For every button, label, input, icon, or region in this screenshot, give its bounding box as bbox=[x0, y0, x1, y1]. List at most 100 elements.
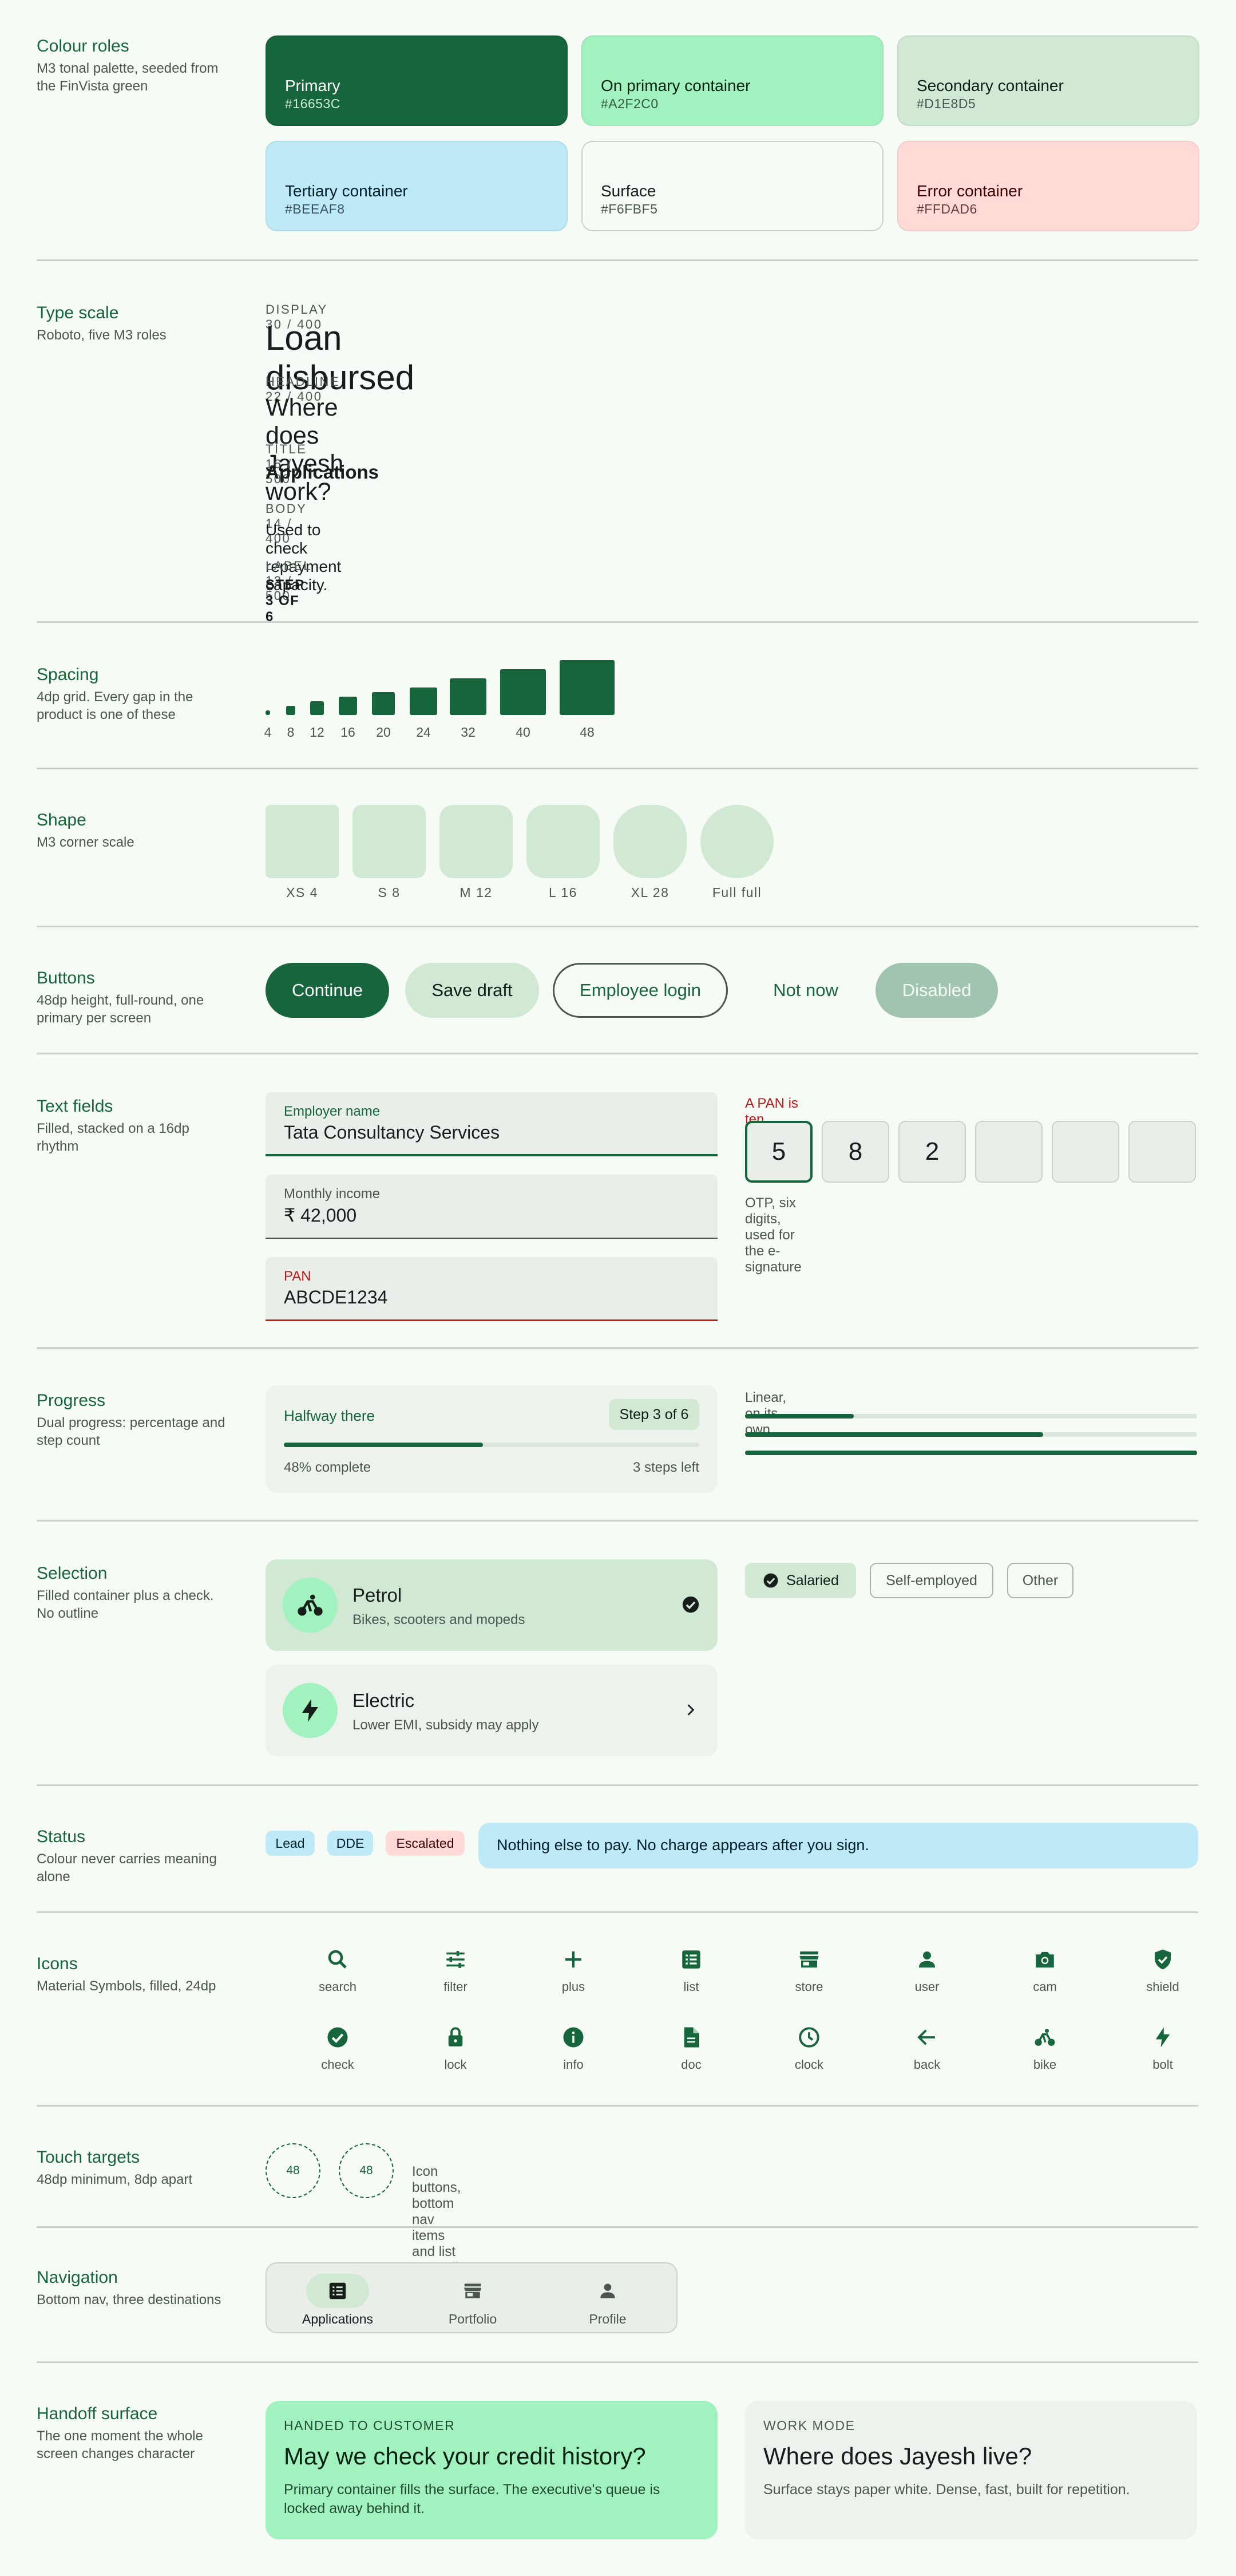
employee-login-button[interactable]: Employee login bbox=[553, 963, 728, 1018]
document-icon bbox=[684, 2027, 699, 2048]
bolt-icon bbox=[1155, 2027, 1170, 2048]
spacing-square-48 bbox=[560, 660, 615, 715]
section-label: Progress Dual progress: percentage and s… bbox=[37, 1390, 231, 1449]
spacing-label: 24 bbox=[416, 725, 431, 740]
icon-cell-shield: shield bbox=[1123, 1947, 1203, 1994]
shape-s bbox=[352, 805, 426, 878]
bike-icon bbox=[283, 1578, 338, 1633]
swatch-hex: #F6FBF5 bbox=[601, 202, 658, 216]
icon-cell-back: back bbox=[887, 2025, 967, 2072]
spacing-square-40 bbox=[500, 669, 546, 715]
continue-button[interactable]: Continue bbox=[266, 963, 389, 1018]
section-title: Navigation bbox=[37, 2268, 118, 2287]
icon-label: back bbox=[913, 2057, 941, 2072]
otp-digit-6[interactable] bbox=[1128, 1121, 1196, 1183]
info-icon bbox=[563, 2027, 584, 2048]
section-label: Icons Material Symbols, filled, 24dp bbox=[37, 1953, 231, 1995]
spacing-square-16 bbox=[339, 697, 357, 715]
icon-label: bolt bbox=[1152, 2057, 1173, 2072]
icon-cell-store: store bbox=[769, 1947, 849, 1994]
employer-name-field[interactable]: Employer name Tata Consultancy Services bbox=[266, 1092, 718, 1156]
plus-icon bbox=[565, 1951, 581, 1967]
bolt-icon bbox=[283, 1683, 338, 1738]
not-now-button[interactable]: Not now bbox=[743, 963, 869, 1018]
otp-digit-2[interactable]: 8 bbox=[822, 1121, 889, 1183]
section-description: 48dp minimum, 8dp apart bbox=[37, 2172, 193, 2187]
chip-self-employed[interactable]: Self-employed bbox=[870, 1563, 993, 1598]
section-description: Material Symbols, filled, 24dp bbox=[37, 1978, 216, 1994]
steps-left-text: 3 steps left bbox=[632, 1460, 699, 1475]
nav-item-portfolio[interactable]: Portfolio bbox=[415, 2274, 530, 2327]
section-label: Navigation Bottom nav, three destination… bbox=[37, 2267, 231, 2309]
field-label: Employer name bbox=[284, 1104, 381, 1119]
selection-card-title: Electric bbox=[352, 1690, 415, 1711]
back-arrow-icon bbox=[917, 2029, 935, 2045]
icon-label: clock bbox=[794, 2057, 824, 2072]
check-circle-icon bbox=[681, 1595, 700, 1617]
selection-card-electric[interactable]: Electric Lower EMI, subsidy may apply bbox=[266, 1665, 718, 1756]
section-label: Buttons 48dp height, full-round, one pri… bbox=[37, 967, 231, 1027]
shape-xl bbox=[613, 805, 687, 878]
monthly-income-field[interactable]: Monthly income ₹ 42,000 bbox=[266, 1175, 718, 1239]
pan-field[interactable]: PAN ABCDE1234 bbox=[266, 1257, 718, 1321]
spacing-label: 32 bbox=[461, 725, 476, 740]
linear-progress-3 bbox=[745, 1451, 1197, 1455]
touch-target-circle: 48 bbox=[266, 2143, 320, 2198]
field-label: Monthly income bbox=[284, 1186, 381, 1202]
shape-m bbox=[439, 805, 513, 878]
section-title: Progress bbox=[37, 1391, 106, 1410]
progress-section: Progress Dual progress: percentage and s… bbox=[37, 1385, 1198, 1522]
handoff-section: Handoff surface The one moment the whole… bbox=[37, 2401, 1198, 2552]
field-value: ₹ 42,000 bbox=[284, 1205, 357, 1226]
section-description: The one moment the whole screen changes … bbox=[37, 2428, 203, 2462]
swatch-name: Primary bbox=[285, 77, 340, 94]
selection-card-petrol[interactable]: Petrol Bikes, scooters and mopeds bbox=[266, 1559, 718, 1651]
otp-digit-1[interactable]: 5 bbox=[745, 1121, 813, 1183]
section-description: Bottom nav, three destinations bbox=[37, 2292, 221, 2308]
check-circle-icon bbox=[763, 1573, 778, 1588]
section-label: Shape M3 corner scale bbox=[37, 809, 231, 851]
swatch-name: Secondary container bbox=[917, 77, 1064, 94]
text-fields-section: Text fields Filled, stacked on a 16dp rh… bbox=[37, 1092, 1198, 1349]
nav-item-profile[interactable]: Profile bbox=[550, 2274, 665, 2327]
section-label: Touch targets 48dp minimum, 8dp apart bbox=[37, 2147, 231, 2188]
lock-icon bbox=[448, 2027, 463, 2046]
type-label-sample: STEP 3 OF 6 bbox=[266, 577, 305, 625]
swatch-primary: Primary #16653C bbox=[266, 35, 568, 126]
status-badge-escalated: Escalated bbox=[386, 1831, 465, 1856]
spacing-square-8 bbox=[286, 706, 295, 715]
section-title: Buttons bbox=[37, 969, 95, 987]
icon-label: search bbox=[318, 1980, 357, 1994]
section-description: M3 tonal palette, seeded from the FinVis… bbox=[37, 61, 219, 94]
customer-body: Primary container fills the surface. The… bbox=[284, 2482, 660, 2516]
section-title: Handoff surface bbox=[37, 2404, 158, 2423]
otp-digit-4[interactable] bbox=[975, 1121, 1043, 1183]
shape-label: XS 4 bbox=[286, 885, 318, 900]
swatch-surface: Surface #F6FBF5 bbox=[581, 141, 884, 231]
icons-section: Icons Material Symbols, filled, 24dp sea… bbox=[37, 1949, 1198, 2107]
bottom-nav-bar: Applications Portfolio Profile bbox=[266, 2262, 678, 2333]
spacing-square-24 bbox=[410, 688, 437, 715]
nav-item-applications[interactable]: Applications bbox=[280, 2274, 395, 2327]
icon-cell-clock: clock bbox=[769, 2025, 849, 2072]
icon-cell-check: check bbox=[298, 2025, 378, 2072]
work-body: Surface stays paper white. Dense, fast, … bbox=[763, 2482, 1130, 2498]
otp-digit-3[interactable]: 2 bbox=[898, 1121, 966, 1183]
clock-icon bbox=[799, 2027, 819, 2048]
nav-label: Applications bbox=[302, 2312, 374, 2326]
section-label: Handoff surface The one moment the whole… bbox=[37, 2403, 231, 2463]
search-icon bbox=[328, 1950, 347, 1969]
icon-cell-lock: lock bbox=[415, 2025, 496, 2072]
otp-digit-5[interactable] bbox=[1052, 1121, 1119, 1183]
icon-cell-info: info bbox=[533, 2025, 613, 2072]
nav-icon-wrap bbox=[550, 2274, 665, 2308]
progress-track bbox=[284, 1443, 699, 1447]
shape-label: M 12 bbox=[459, 885, 493, 900]
bike-icon bbox=[1035, 2029, 1055, 2046]
chip-other[interactable]: Other bbox=[1007, 1563, 1073, 1598]
section-label: Text fields Filled, stacked on a 16dp rh… bbox=[37, 1096, 231, 1155]
work-heading: Where does Jayesh live? bbox=[763, 2443, 1032, 2470]
save-draft-button[interactable]: Save draft bbox=[405, 963, 539, 1018]
linear-progress-fill bbox=[745, 1432, 1044, 1437]
chip-salaried[interactable]: Salaried bbox=[745, 1563, 856, 1598]
